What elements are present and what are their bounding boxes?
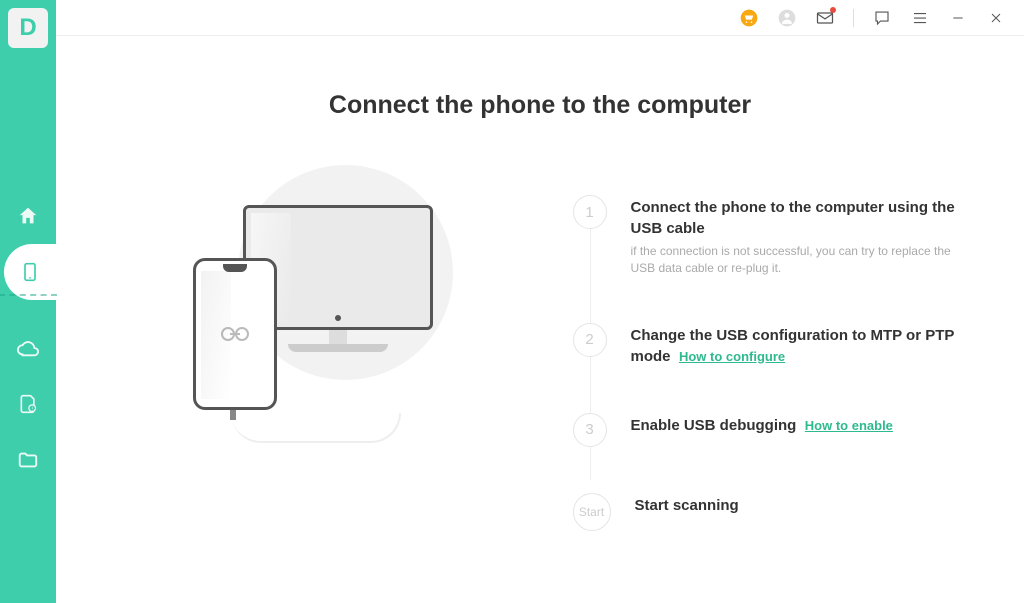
content: Connect the phone to the computer [56, 36, 1024, 603]
minimize-button[interactable] [948, 8, 968, 28]
phone-graphic [193, 258, 277, 410]
home-icon [17, 205, 39, 227]
file-alert-icon: ! [18, 394, 38, 414]
close-button[interactable] [986, 8, 1006, 28]
minimize-icon [950, 10, 966, 26]
step-number: 3 [573, 413, 607, 447]
step-title: Start scanning [635, 495, 973, 516]
sidebar-item-cloud[interactable] [0, 320, 56, 376]
svg-text:!: ! [31, 407, 32, 413]
step-start-label: Start [573, 493, 611, 531]
app-logo: D [8, 8, 48, 48]
cart-icon [739, 8, 759, 28]
panel: 1 Connect the phone to the computer usin… [56, 170, 1024, 577]
chat-icon [873, 9, 891, 27]
how-to-configure-link[interactable]: How to configure [679, 349, 785, 364]
step-title: Enable USB debugging [631, 417, 797, 434]
step-start: Start Start scanning [573, 493, 973, 531]
titlebar [56, 0, 1024, 36]
step-title: Connect the phone to the computer using … [631, 197, 973, 239]
sidebar-item-phone[interactable] [4, 244, 56, 300]
step-1: 1 Connect the phone to the computer usin… [573, 195, 973, 277]
menu-icon [911, 9, 929, 27]
sidebar-item-folder[interactable] [0, 432, 56, 488]
app-logo-letter: D [19, 14, 36, 42]
titlebar-divider [853, 9, 854, 27]
step-3: 3 Enable USB debugging How to enable [573, 413, 973, 447]
cloud-icon [17, 337, 39, 359]
feedback-button[interactable] [872, 8, 892, 28]
mail-button[interactable] [815, 8, 835, 28]
step-number: 2 [573, 323, 607, 357]
sidebar: D ! [0, 0, 56, 603]
sidebar-item-home[interactable] [0, 188, 56, 244]
user-icon [777, 8, 797, 28]
close-icon [988, 10, 1004, 26]
menu-button[interactable] [910, 8, 930, 28]
steps-list: 1 Connect the phone to the computer usin… [573, 170, 973, 577]
how-to-enable-link[interactable]: How to enable [805, 418, 893, 433]
user-button[interactable] [777, 8, 797, 28]
connection-illustration [148, 170, 478, 460]
page-title: Connect the phone to the computer [329, 91, 751, 120]
sidebar-item-sim[interactable]: ! [0, 376, 56, 432]
folder-icon [17, 449, 39, 471]
phone-icon [20, 262, 40, 282]
main-area: Connect the phone to the computer [56, 0, 1024, 603]
cart-button[interactable] [739, 8, 759, 28]
step-2: 2 Change the USB configuration to MTP or… [573, 323, 973, 367]
notification-dot [830, 7, 836, 13]
step-hint: if the connection is not successful, you… [631, 243, 973, 277]
sidebar-divider [0, 294, 57, 296]
step-number: 1 [573, 195, 607, 229]
